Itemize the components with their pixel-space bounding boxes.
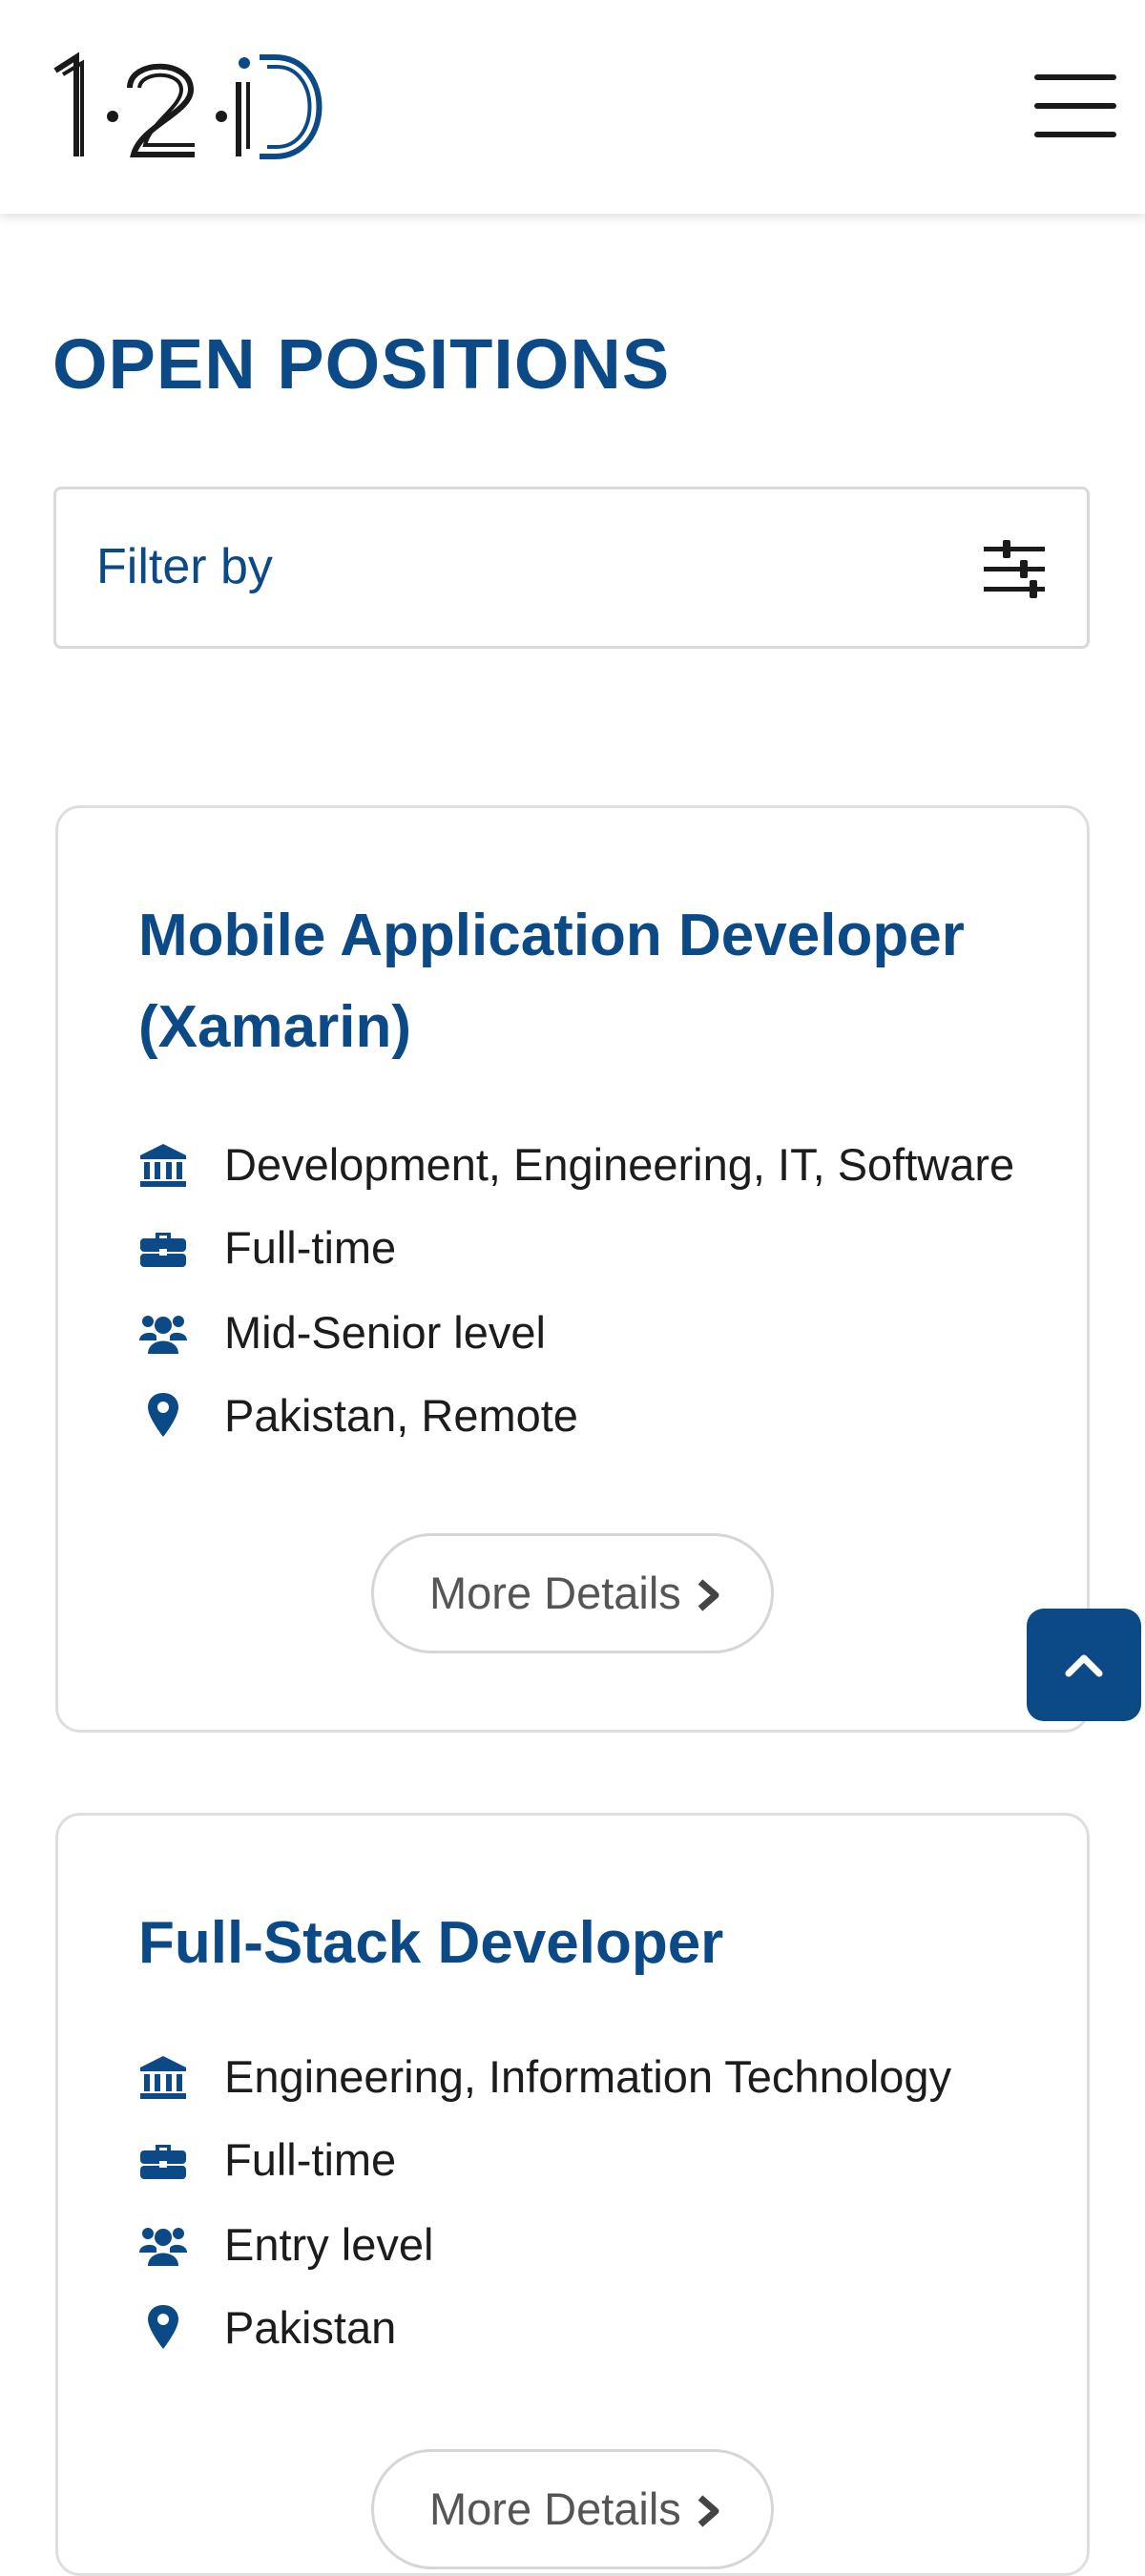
chevron-right-icon	[697, 2495, 719, 2527]
job-employment-type-text: Full-time	[224, 2134, 397, 2185]
filter-label: Filter by	[96, 539, 273, 594]
company-logo[interactable]	[48, 50, 334, 168]
job-card: Mobile Application Developer (Xamarin) D…	[55, 805, 1090, 1733]
site-header	[0, 0, 1145, 214]
job-title[interactable]: Mobile Application Developer (Xamarin)	[138, 890, 1054, 1073]
filter-dropdown[interactable]: Filter by	[53, 487, 1090, 649]
map-pin-icon	[148, 1393, 178, 1437]
job-title[interactable]: Full-Stack Developer	[138, 1898, 1054, 1989]
briefcase-icon	[140, 1233, 186, 1267]
job-level-text: Entry level	[224, 2219, 434, 2270]
chevron-up-icon	[1065, 1654, 1103, 1677]
job-department-text: Development, Engineering, IT, Software	[224, 1139, 1015, 1190]
users-icon	[139, 1316, 187, 1354]
page-title: OPEN POSITIONS	[52, 324, 671, 404]
hamburger-menu-icon[interactable]	[1029, 71, 1120, 141]
bank-building-icon	[140, 2056, 186, 2099]
bank-building-icon	[140, 1144, 186, 1187]
job-card: Full-Stack Developer Engineering, Inform…	[55, 1813, 1090, 2576]
job-employment-type-text: Full-time	[224, 1222, 397, 1273]
job-department-text: Engineering, Information Technology	[224, 2051, 952, 2102]
more-details-button[interactable]: More Details	[371, 2449, 774, 2569]
map-pin-icon	[148, 2305, 178, 2349]
more-details-label: More Details	[429, 2483, 681, 2534]
users-icon	[139, 2228, 187, 2266]
logo-mark-icon	[53, 52, 323, 159]
back-to-top-button[interactable]	[1027, 1609, 1141, 1721]
job-location-text: Pakistan, Remote	[224, 1390, 578, 1441]
job-level-text: Mid-Senior level	[224, 1307, 546, 1358]
more-details-button[interactable]: More Details	[371, 1533, 774, 1653]
chevron-right-icon	[697, 1579, 719, 1611]
job-location-text: Pakistan	[224, 2302, 397, 2353]
sliders-icon	[984, 540, 1045, 598]
more-details-label: More Details	[429, 1568, 681, 1618]
briefcase-icon	[140, 2145, 186, 2179]
